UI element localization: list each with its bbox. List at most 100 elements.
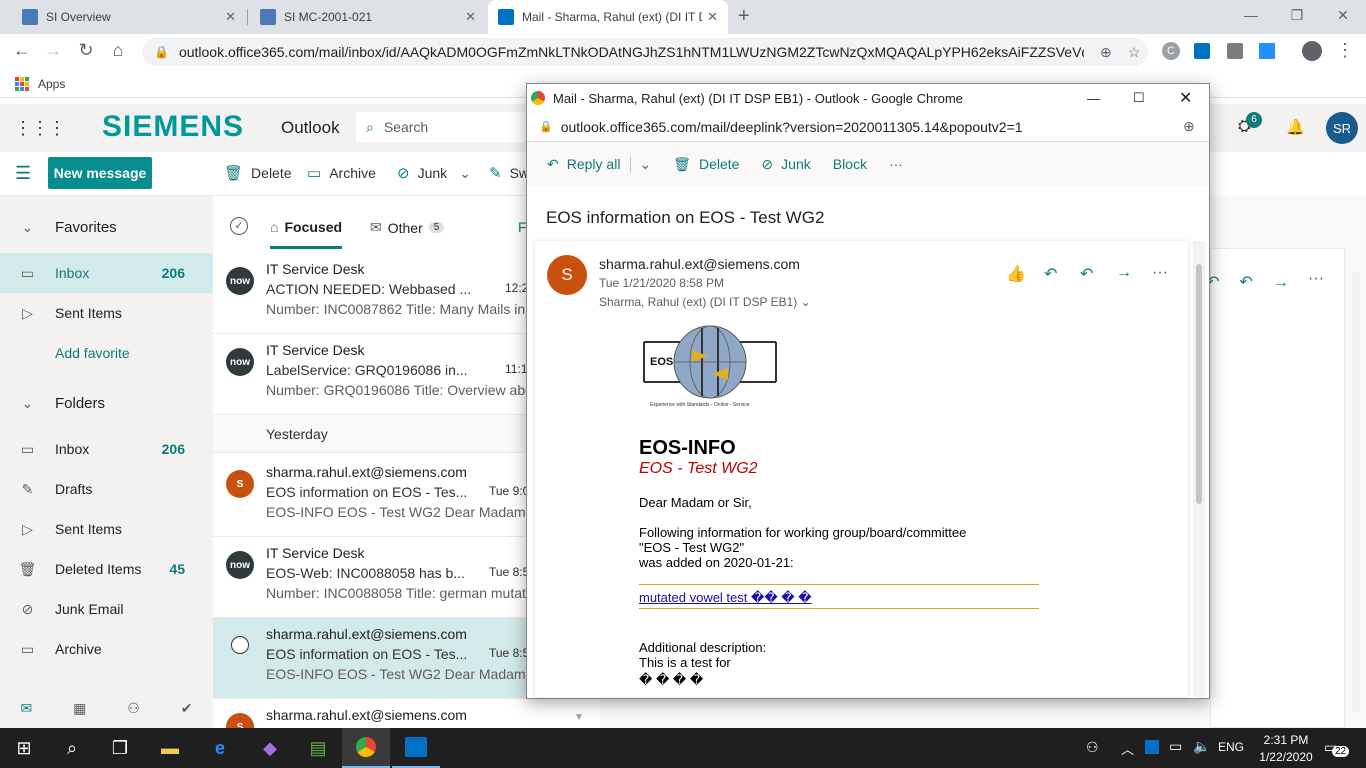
bookmark-star-icon[interactable]: ☆ — [1128, 44, 1141, 61]
windows-extension-icon[interactable] — [1259, 43, 1275, 59]
clock-time[interactable]: 2:31 PM — [1258, 733, 1314, 747]
app-launcher-icon[interactable]: ⋮⋮⋮ — [14, 118, 66, 139]
minimize-icon[interactable]: — — [1087, 91, 1100, 106]
mutated-vowel-link[interactable]: mutated vowel test �� � � — [639, 590, 812, 606]
scroll-thumb[interactable] — [1196, 264, 1202, 504]
archive-button[interactable]: ▭ Archive — [307, 164, 376, 182]
select-radio[interactable] — [231, 636, 249, 654]
more-icon[interactable]: ··· — [1152, 264, 1168, 282]
recipient-line[interactable]: Sharma, Rahul (ext) (DI IT DSP EB1) ⌄ — [599, 295, 811, 309]
people-icon[interactable]: ⚇ — [1086, 739, 1099, 756]
todo-check-icon[interactable]: ✔ — [181, 700, 193, 717]
minimize-icon[interactable]: — — [1228, 0, 1274, 30]
maximize-icon[interactable]: ☐ — [1133, 90, 1145, 106]
outlook-tray-icon[interactable] — [1145, 740, 1159, 754]
nav-fav-inbox[interactable]: ▭ Inbox 206 — [0, 253, 213, 293]
nav-fav-sent[interactable]: ▷ Sent Items — [0, 293, 213, 333]
address-bar[interactable]: 🔒 outlook.office365.com/mail/inbox/id/AA… — [142, 38, 1148, 66]
chevron-down-icon[interactable]: ⌄ — [630, 155, 651, 173]
home-icon[interactable]: ⌂ — [107, 40, 129, 61]
file-explorer-icon[interactable]: ▬ — [146, 728, 194, 768]
outlook-extension-icon[interactable] — [1194, 43, 1210, 59]
sender-avatar[interactable]: S — [547, 255, 587, 295]
hamburger-menu-icon[interactable]: ☰ — [15, 163, 31, 184]
profile-avatar-icon[interactable] — [1302, 41, 1322, 61]
add-favorite-link[interactable]: Add favorite — [0, 333, 213, 373]
sweep-button[interactable]: ✎ Sw — [489, 164, 529, 182]
delete-button[interactable]: 🗑 Delete — [673, 156, 739, 173]
nav-inbox[interactable]: ▭ Inbox 206 — [0, 429, 213, 469]
restore-icon[interactable]: ❐ — [1274, 0, 1320, 30]
junk-button[interactable]: ⊘ Junk ⌄ — [397, 164, 471, 183]
outlook-taskbar-icon[interactable] — [392, 728, 440, 768]
windows-start-icon[interactable]: ⊞ — [0, 728, 48, 768]
chevron-up-icon[interactable]: ︿ — [1121, 739, 1134, 758]
close-tab-icon[interactable]: ✕ — [225, 9, 236, 25]
search-icon[interactable]: ⌕ — [48, 728, 96, 768]
back-arrow-icon[interactable]: ← — [11, 40, 33, 61]
new-tab-plus-icon[interactable]: + — [738, 5, 750, 28]
list-item[interactable]: S sharma.rahul.ext@siemens.com — [213, 699, 600, 728]
close-tab-icon[interactable]: ✕ — [465, 9, 476, 25]
lock-icon: 🔒 — [539, 121, 553, 133]
network-icon[interactable]: ▭ — [1169, 738, 1182, 755]
task-view-icon[interactable]: ❐ — [96, 728, 144, 768]
scroll-down-icon[interactable]: ▼ — [574, 712, 584, 723]
nav-drafts[interactable]: ✎ Drafts — [0, 469, 213, 509]
more-options-button[interactable]: ··· — [889, 156, 903, 172]
reply-all-icon[interactable]: ↶ — [1080, 264, 1093, 284]
browser-tab-si-mc[interactable]: SI MC-2001-021 ✕ — [250, 0, 486, 34]
chevron-down-icon[interactable]: ⌄ — [459, 165, 471, 182]
notepad-plus-icon[interactable]: ▤ — [294, 728, 342, 768]
add-icon[interactable]: ⊕ — [1100, 44, 1112, 61]
browser-tab-si-overview[interactable]: SI Overview ✕ — [12, 0, 246, 34]
sender-address[interactable]: sharma.rahul.ext@siemens.com — [599, 256, 800, 272]
subject: EOS information on EOS - Tes... — [266, 484, 468, 500]
browser-tab-mail[interactable]: Mail - Sharma, Rahul (ext) (DI IT D ✕ — [488, 0, 728, 34]
forward-icon[interactable]: → — [1116, 264, 1132, 282]
mail-icon[interactable]: ✉ — [20, 700, 32, 717]
user-avatar[interactable]: SR — [1326, 112, 1358, 144]
close-window-icon[interactable]: ✕ — [1179, 88, 1192, 108]
block-button[interactable]: Block — [833, 156, 867, 172]
tab-focused[interactable]: ⌂ Focused — [270, 219, 342, 235]
apps-bookmark[interactable]: Apps — [38, 77, 65, 91]
add-favorite-label: Add favorite — [55, 345, 130, 361]
calendar-icon[interactable]: ▦ — [73, 700, 86, 717]
scrollbar[interactable] — [1352, 272, 1360, 712]
chrome-menu-icon[interactable]: ⋮ — [1336, 40, 1354, 61]
volume-icon[interactable]: 🔈 — [1193, 738, 1210, 755]
language-indicator[interactable]: ENG — [1218, 740, 1244, 754]
new-message-button[interactable]: New message — [48, 157, 152, 189]
add-icon[interactable]: ⊕ — [1183, 118, 1195, 135]
chrome-taskbar-icon[interactable] — [342, 728, 390, 768]
nav-deleted[interactable]: 🗑 Deleted Items 45 — [0, 549, 213, 589]
popout-address-bar[interactable]: 🔒 outlook.office365.com/mail/deeplink?ve… — [527, 112, 1209, 142]
people-icon[interactable]: ⚇ — [127, 700, 140, 717]
like-icon[interactable]: 👍 — [1006, 264, 1026, 284]
nav-sent[interactable]: ▷ Sent Items — [0, 509, 213, 549]
apps-grid-icon[interactable] — [15, 77, 29, 91]
nav-junk[interactable]: ⊘ Junk Email — [0, 589, 213, 629]
search-box[interactable]: ⌕ Search — [356, 112, 536, 142]
delete-button[interactable]: 🗑 Delete — [224, 164, 292, 182]
forward-arrow-icon[interactable]: → — [42, 40, 64, 61]
extension-icon[interactable] — [1227, 43, 1243, 59]
reply-icon[interactable]: ↶ — [1044, 264, 1057, 284]
reload-icon[interactable]: ↻ — [75, 40, 97, 61]
tab-other[interactable]: ✉ Other 5 — [370, 219, 445, 236]
select-all-check-icon[interactable]: ✓ — [230, 217, 248, 235]
more-icon[interactable]: ··· — [1308, 270, 1324, 288]
folders-header[interactable]: ⌄ Folders — [0, 383, 213, 423]
nav-archive[interactable]: ▭ Archive — [0, 629, 213, 669]
extension-c-icon[interactable]: C — [1162, 42, 1180, 60]
clock-date[interactable]: 1/22/2020 — [1253, 750, 1319, 764]
junk-button[interactable]: ⊘ Junk — [761, 156, 810, 173]
close-tab-icon[interactable]: ✕ — [707, 9, 718, 25]
reply-all-button[interactable]: ↶ Reply all — [547, 156, 620, 173]
favorites-header[interactable]: ⌄ Favorites — [0, 207, 213, 247]
bell-icon[interactable]: 🔔 — [1286, 118, 1305, 136]
close-window-icon[interactable]: ✕ — [1320, 0, 1366, 30]
visual-studio-icon[interactable]: ◆ — [246, 728, 294, 768]
internet-explorer-icon[interactable]: e — [196, 728, 244, 768]
